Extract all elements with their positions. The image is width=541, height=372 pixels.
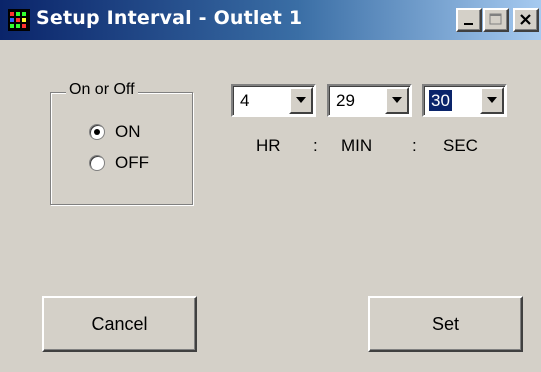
hr-label: HR bbox=[256, 136, 281, 155]
chevron-down-icon bbox=[392, 97, 402, 103]
sec-label: SEC bbox=[443, 136, 478, 155]
chevron-down-icon bbox=[296, 97, 306, 103]
minimize-icon bbox=[464, 23, 473, 25]
radio-on[interactable]: ON bbox=[89, 121, 141, 143]
title-bar[interactable]: Setup Interval - Outlet 1 bbox=[0, 0, 541, 40]
hours-dropdown-button[interactable] bbox=[289, 87, 313, 114]
radio-off[interactable]: OFF bbox=[89, 152, 149, 174]
maximize-button[interactable] bbox=[483, 8, 509, 32]
minutes-combobox[interactable]: 29 bbox=[327, 84, 412, 117]
hours-value: 4 bbox=[240, 91, 250, 110]
radio-on-label: ON bbox=[115, 122, 141, 141]
hours-combobox[interactable]: 4 bbox=[231, 84, 316, 117]
seconds-dropdown-button[interactable] bbox=[480, 87, 504, 114]
min-sec-separator: : bbox=[412, 136, 417, 155]
minutes-value: 29 bbox=[336, 91, 355, 110]
set-button[interactable]: Set bbox=[368, 296, 523, 352]
radio-on-indicator[interactable] bbox=[89, 124, 105, 140]
radio-off-label: OFF bbox=[115, 153, 149, 172]
chevron-down-icon bbox=[487, 97, 497, 103]
seconds-value: 30 bbox=[429, 90, 452, 111]
close-button[interactable] bbox=[513, 8, 539, 32]
window-title: Setup Interval - Outlet 1 bbox=[36, 7, 303, 29]
minutes-dropdown-button[interactable] bbox=[385, 87, 409, 114]
hr-min-separator: : bbox=[313, 136, 318, 155]
minimize-button[interactable] bbox=[456, 8, 482, 32]
on-off-group-legend: On or Off bbox=[66, 81, 138, 99]
close-icon bbox=[520, 14, 531, 25]
radio-off-indicator[interactable] bbox=[89, 155, 105, 171]
cancel-button[interactable]: Cancel bbox=[42, 296, 197, 352]
on-off-groupbox: On or Off ON OFF bbox=[50, 81, 193, 205]
seconds-combobox[interactable]: 30 bbox=[422, 84, 507, 117]
min-label: MIN bbox=[341, 136, 373, 155]
maximize-icon bbox=[489, 13, 502, 25]
app-icon bbox=[8, 9, 30, 31]
dialog-window: Setup Interval - Outlet 1 On or Off ON O… bbox=[0, 0, 541, 372]
